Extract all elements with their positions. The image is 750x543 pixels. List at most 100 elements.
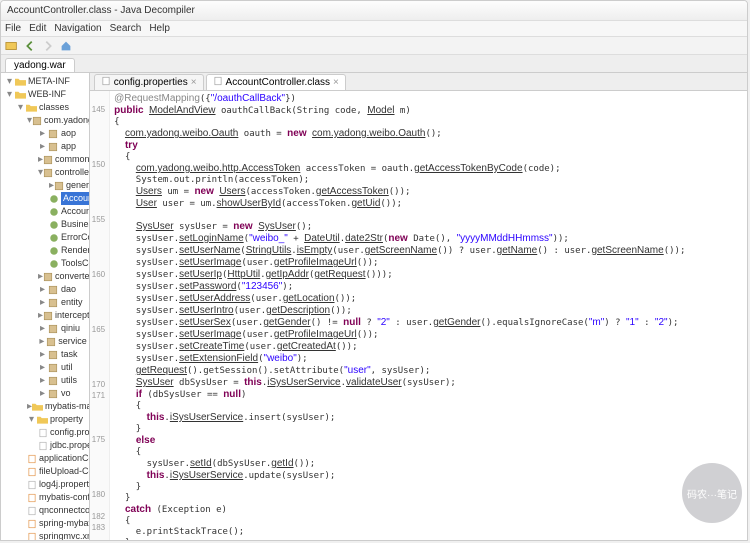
expand-icon[interactable]: ▾ (16, 101, 25, 114)
editor-tab-label: AccountController.class (226, 77, 331, 88)
tree-node[interactable]: ▸dao (1, 283, 89, 296)
close-icon[interactable]: × (191, 77, 197, 88)
tree-node[interactable]: AccountRenderController.class (1, 205, 89, 218)
tree-node[interactable]: ▸ aop (1, 127, 89, 140)
pkg-icon (47, 298, 59, 308)
tree-node[interactable]: config.properties (1, 426, 89, 439)
editor-tab[interactable]: AccountController.class× (206, 74, 346, 90)
menu-navigation[interactable]: Navigation (54, 23, 101, 34)
tree-node[interactable]: log4j.properties (1, 478, 89, 491)
project-tab[interactable]: yadong.war (5, 58, 75, 72)
expand-icon[interactable]: ▸ (38, 335, 46, 348)
tree-node[interactable]: ▸qiniu (1, 322, 89, 335)
tree-node[interactable]: ▸common (1, 153, 89, 166)
tree-node[interactable]: ▸entity (1, 296, 89, 309)
tree-label: common (55, 153, 90, 166)
tree-node[interactable]: mybatis-conf.xml (1, 491, 89, 504)
tree-label: app (61, 140, 76, 153)
menu-help[interactable]: Help (149, 23, 170, 34)
pkg-icon (47, 129, 59, 139)
tree-node[interactable]: ▸mybatis-mapper (1, 400, 89, 413)
tree-node[interactable]: ▸utils (1, 374, 89, 387)
tree-node[interactable]: jdbc.properties (1, 439, 89, 452)
expand-icon[interactable]: ▸ (38, 322, 47, 335)
tree-label: AccountController.class (61, 192, 90, 205)
expand-icon[interactable]: ▾ (5, 75, 14, 88)
menu-file[interactable]: File (5, 23, 21, 34)
expand-icon[interactable]: ▸ (38, 348, 47, 361)
menu-bar: File Edit Navigation Search Help (1, 21, 747, 37)
forward-icon[interactable] (41, 39, 55, 53)
tree-label: BusinessController.class (61, 218, 90, 231)
tree-label: service (58, 335, 87, 348)
tree-node[interactable]: qnconnectconfig.properties (1, 504, 89, 517)
tree-node[interactable]: ▾com.yadong (1, 114, 89, 127)
tree-label: springmvc.xml (39, 530, 90, 541)
tree-label: log4j.properties (39, 478, 90, 491)
menu-search[interactable]: Search (110, 23, 142, 34)
pkg-icon (43, 311, 53, 321)
cls-icon (49, 207, 59, 217)
tree-node[interactable]: ▸ service (1, 335, 89, 348)
tree-label: WEB-INF (28, 88, 66, 101)
tree-node[interactable]: ▸generation (1, 179, 89, 192)
tree-node[interactable]: spring-mybatis.xml (1, 517, 89, 530)
expand-icon[interactable]: ▾ (5, 88, 14, 101)
tree-node[interactable]: ▸task (1, 348, 89, 361)
back-icon[interactable] (23, 39, 37, 53)
tree-node[interactable]: ▸interceptor (1, 309, 89, 322)
expand-icon[interactable]: ▸ (38, 140, 47, 153)
tree-node[interactable]: ▸vo (1, 387, 89, 400)
menu-edit[interactable]: Edit (29, 23, 46, 34)
expand-icon[interactable]: ▾ (27, 413, 36, 426)
tree-node[interactable]: ▾controller (1, 166, 89, 179)
pkg-icon (46, 337, 56, 347)
pkg-icon (47, 389, 59, 399)
editor-tab[interactable]: config.properties× (94, 74, 204, 90)
tree-node[interactable]: ▾ META-INF (1, 75, 89, 88)
pkg-icon (47, 350, 59, 360)
close-icon[interactable]: × (333, 77, 339, 88)
expand-icon[interactable]: ▸ (38, 361, 47, 374)
tree-node[interactable]: ▸ app (1, 140, 89, 153)
tree-node[interactable]: applicationContext.xml (1, 452, 89, 465)
tree-node[interactable]: springmvc.xml (1, 530, 89, 541)
tree-label: aop (61, 127, 76, 140)
expand-icon[interactable]: ▸ (38, 374, 47, 387)
txt-icon (27, 506, 37, 516)
home-icon[interactable] (59, 39, 73, 53)
cls-icon (49, 194, 59, 204)
editor-tab-bar: config.properties×AccountController.clas… (90, 73, 747, 91)
pkg-icon (47, 142, 59, 152)
cls-icon (49, 246, 59, 256)
tree-label: interceptor (55, 309, 90, 322)
tree-label: applicationContext.xml (39, 452, 90, 465)
tree-node[interactable]: RenderController.class (1, 244, 89, 257)
tree-node[interactable]: fileUpload-Context.xml (1, 465, 89, 478)
txt-icon (38, 428, 48, 438)
expand-icon[interactable]: ▸ (38, 387, 47, 400)
tree-node[interactable]: ▾classes (1, 101, 89, 114)
open-icon[interactable] (5, 39, 19, 53)
app-window: AccountController.class - Java Decompile… (0, 0, 748, 541)
code-view[interactable]: 145 150 155 160 165 170171 175 180 18218… (90, 91, 747, 541)
tree-node[interactable]: ToolsController.class (1, 257, 89, 270)
editor-area: config.properties×AccountController.clas… (90, 73, 747, 541)
tree-node[interactable]: AccountController.class (1, 192, 89, 205)
tree-node[interactable]: ▾property (1, 413, 89, 426)
cls-icon (49, 259, 59, 269)
pkg-icon (47, 376, 59, 386)
file-icon (213, 76, 223, 89)
tree-node[interactable]: ▸util (1, 361, 89, 374)
expand-icon[interactable]: ▸ (38, 296, 47, 309)
tree-node[interactable]: ▸converter (1, 270, 89, 283)
tree-node[interactable]: ▾ WEB-INF (1, 88, 89, 101)
package-explorer[interactable]: ▾META-INF▾WEB-INF▾classes▾com.yadong▸aop… (1, 73, 90, 541)
expand-icon[interactable]: ▸ (38, 127, 47, 140)
tree-node[interactable]: ErrorController.class (1, 231, 89, 244)
tree-label: META-INF (28, 75, 70, 88)
tree-node[interactable]: BusinessController.class (1, 218, 89, 231)
cls-icon (49, 220, 59, 230)
tree-label: mybatis-conf.xml (39, 491, 90, 504)
expand-icon[interactable]: ▸ (38, 283, 47, 296)
